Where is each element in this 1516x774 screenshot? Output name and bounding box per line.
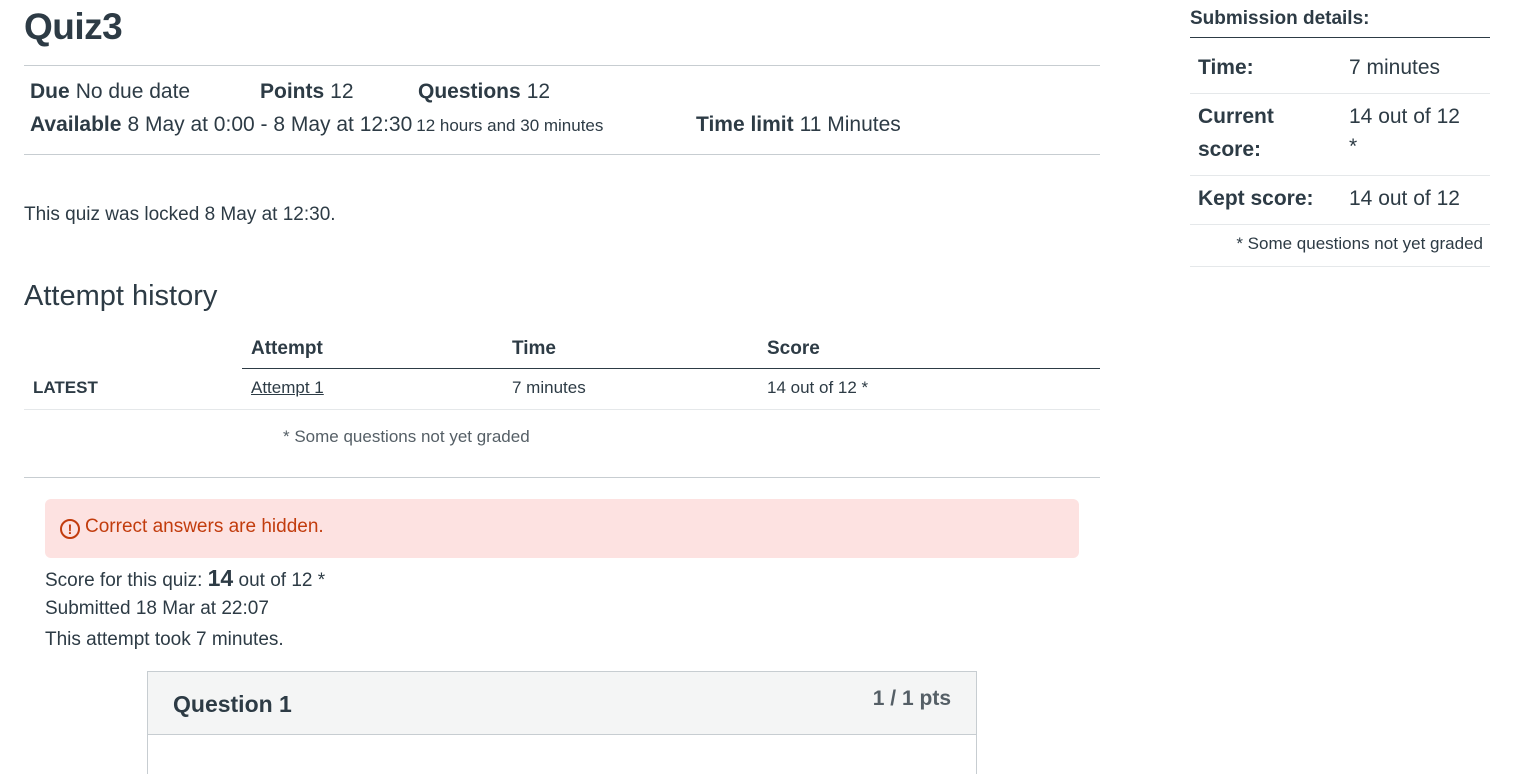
available-value: 8 May at 0:00 - 8 May at 12:30 <box>127 113 413 136</box>
score-prefix: Score for this quiz: <box>45 570 208 591</box>
score-suffix: out of 12 * <box>233 570 326 591</box>
time-limit-value: 11 Minutes <box>799 113 901 136</box>
sidebar-footnote: * Some questions not yet graded <box>1190 225 1490 267</box>
table-header: Attempt Time Score <box>242 336 1100 369</box>
score-value: 14 <box>207 565 234 591</box>
duration-line: This attempt took 7 minutes. <box>45 629 284 650</box>
sidebar-row-kept-score: Kept score: 14 out of 12 <box>1190 176 1490 225</box>
quiz-score-line: Score for this quiz: 14 out of 12 * <box>45 563 325 594</box>
current-score-value-line-2: * <box>1349 135 1358 158</box>
current-score-value-line-1: 14 out of 12 <box>1349 105 1460 128</box>
table-row: LATEST Attempt 1 7 minutes 14 out of 12 … <box>24 369 1100 410</box>
attempt-time: 7 minutes <box>512 378 586 397</box>
time-limit-label: Time limit <box>696 113 794 136</box>
question-header: Question 1 1 / 1 pts <box>148 672 976 735</box>
kept-score-value: 14 out of 12 <box>1349 187 1460 210</box>
alert-text: Correct answers are hidden. <box>85 516 324 537</box>
available-info: Available 8 May at 0:00 - 8 May at 12:30 1… <box>30 113 603 137</box>
time-label: Time: <box>1198 56 1254 79</box>
time-value: 7 minutes <box>1349 56 1441 79</box>
attempt-summary: Score for this quiz: 14 out of 12 * Subm… <box>45 563 325 656</box>
available-label: Available <box>30 113 122 136</box>
column-header-attempt: Attempt <box>251 338 323 359</box>
question-points: 1 / 1 pts <box>872 687 951 710</box>
due-info: Due No due date <box>30 80 190 104</box>
points-label: Points <box>260 80 325 103</box>
column-header-time: Time <box>512 338 557 359</box>
question-card: Question 1 1 / 1 pts <box>147 671 977 774</box>
exclamation-circle-icon: ! <box>60 519 80 539</box>
time-limit-info: Time limit 11 Minutes <box>696 113 901 137</box>
available-duration: 12 hours and 30 minutes <box>416 116 604 135</box>
page-title: Quiz3 <box>24 6 123 47</box>
questions-info: Questions 12 <box>418 80 550 104</box>
sidebar-row-current-score: Current score: 14 out of 12 * <box>1190 94 1490 176</box>
due-value: No due date <box>75 80 191 103</box>
hidden-answers-alert: ! Correct answers are hidden. <box>45 499 1079 558</box>
points-value: 12 <box>330 80 354 103</box>
questions-label: Questions <box>418 80 521 103</box>
attempt-score: 14 out of 12 * <box>767 378 869 397</box>
quiz-results-page: Quiz3 Due No due date Points 12 Questions 1… <box>0 0 1516 774</box>
locked-message: This quiz was locked 8 May at 12:30. <box>24 204 336 225</box>
attempt-1-link[interactable]: Attempt 1 <box>251 378 324 398</box>
ungraded-footnote: * Some questions not yet graded <box>283 427 530 446</box>
due-label: Due <box>30 80 70 103</box>
sidebar-row-time: Time: 7 minutes <box>1190 38 1490 94</box>
questions-value: 12 <box>526 80 551 103</box>
table-footnote-row: * Some questions not yet graded <box>24 410 1100 478</box>
submitted-line: Submitted 18 Mar at 22:07 <box>45 598 269 619</box>
sidebar-title: Submission details: <box>1190 8 1490 38</box>
attempt-history-heading: Attempt history <box>24 280 218 312</box>
kept-score-label: Kept score: <box>1198 187 1314 210</box>
column-header-score: Score <box>767 338 820 359</box>
current-score-label-line-1: Current <box>1198 105 1274 128</box>
question-title: Question 1 <box>173 691 292 717</box>
quiz-details: Due No due date Points 12 Questions 12 Avai… <box>24 65 1100 155</box>
points-info: Points 12 <box>260 80 354 104</box>
current-score-label-line-2: score: <box>1198 138 1262 161</box>
latest-tag: LATEST <box>33 378 98 397</box>
